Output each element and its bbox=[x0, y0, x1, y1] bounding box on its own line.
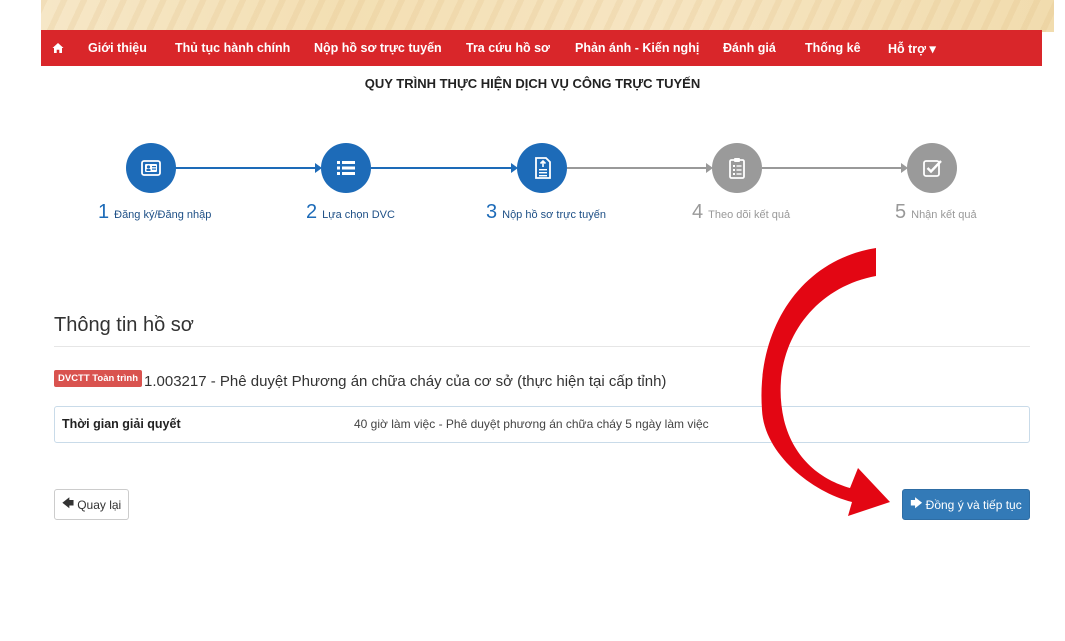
step-connector bbox=[371, 167, 514, 169]
step-connector bbox=[762, 167, 904, 169]
service-type-badge: DVCTT Toàn trình bbox=[54, 370, 143, 387]
step-number: 3 bbox=[486, 201, 498, 223]
resolution-time-label: Thời gian giải quyết bbox=[62, 417, 181, 431]
step-connector bbox=[567, 167, 709, 169]
step-number: 4 bbox=[692, 201, 704, 223]
step-2-label: 2 Lựa chọn DVC bbox=[306, 201, 395, 224]
step-text: Lựa chọn DVC bbox=[322, 209, 395, 221]
back-button-label: Quay lại bbox=[77, 497, 122, 512]
service-name: 1.003217 - Phê duyệt Phương án chữa cháy… bbox=[144, 373, 667, 390]
step-4-label: 4 Theo dõi kết quả bbox=[692, 201, 790, 224]
back-button[interactable]: 🡄 Quay lại bbox=[54, 489, 129, 520]
step-text: Theo dõi kết quả bbox=[708, 209, 791, 221]
step-number: 5 bbox=[895, 201, 907, 223]
id-card-icon bbox=[141, 160, 161, 176]
step-text: Nhận kết quả bbox=[911, 209, 977, 221]
step-3-label: 3 Nộp hồ sơ trực tuyến bbox=[486, 201, 606, 224]
agree-continue-label: Đồng ý và tiếp tục bbox=[925, 497, 1022, 512]
agree-continue-button[interactable]: 🡆 Đồng ý và tiếp tục bbox=[902, 489, 1030, 520]
step-connector bbox=[175, 167, 318, 169]
resolution-time-value: 40 giờ làm việc - Phê duyệt phương án ch… bbox=[354, 417, 709, 431]
document-upload-icon bbox=[535, 157, 551, 179]
check-square-icon bbox=[923, 160, 942, 177]
step-number: 1 bbox=[98, 201, 110, 223]
list-icon bbox=[337, 161, 355, 175]
step-text: Nộp hồ sơ trực tuyến bbox=[502, 209, 606, 221]
step-5-circle bbox=[907, 143, 957, 193]
step-number: 2 bbox=[306, 201, 318, 223]
red-curved-arrow-icon bbox=[761, 248, 890, 516]
step-5-label: 5 Nhận kết quả bbox=[895, 201, 977, 224]
step-2-circle bbox=[321, 143, 371, 193]
process-stepper: 1 Đăng ký/Đăng nhập 2 Lựa chọn DVC 3 Nộp… bbox=[0, 0, 1065, 240]
step-1-label: 1 Đăng ký/Đăng nhập bbox=[98, 201, 211, 224]
step-text: Đăng ký/Đăng nhập bbox=[114, 209, 212, 221]
arrow-left-icon: 🡄 bbox=[61, 496, 75, 510]
step-3-circle bbox=[517, 143, 567, 193]
step-4-circle bbox=[712, 143, 762, 193]
clipboard-list-icon bbox=[729, 158, 745, 179]
step-1-circle bbox=[126, 143, 176, 193]
record-section-title: Thông tin hồ sơ bbox=[54, 314, 194, 336]
